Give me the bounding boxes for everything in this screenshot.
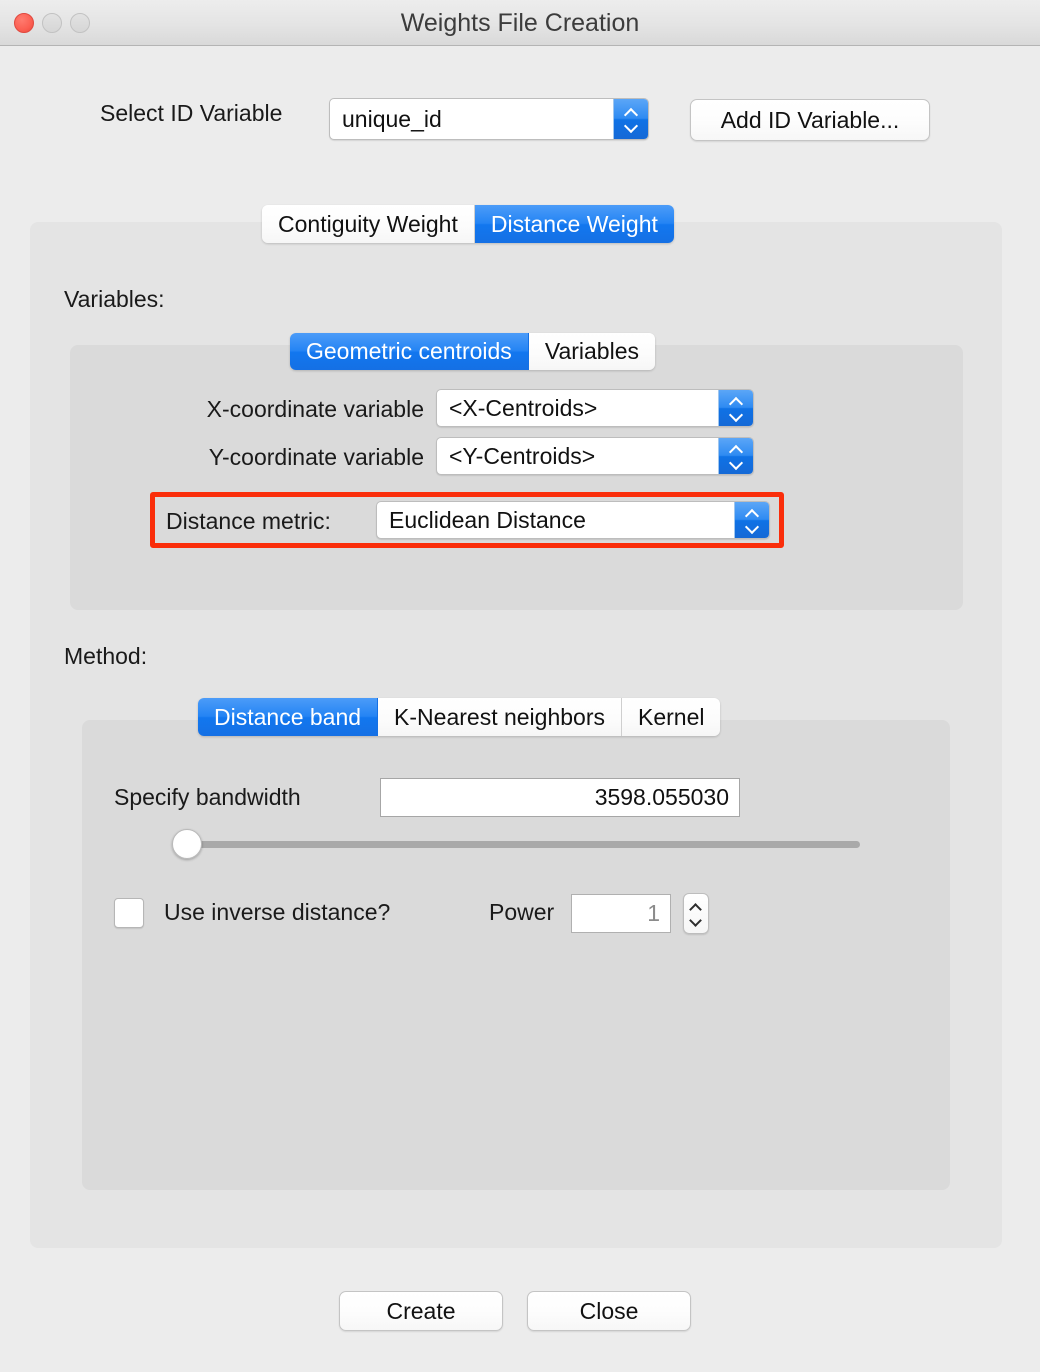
power-stepper[interactable] [683,893,709,934]
id-variable-value: unique_id [342,105,442,132]
bandwidth-slider-thumb[interactable] [172,829,202,859]
y-coordinate-label: Y-coordinate variable [208,444,424,470]
title-bar: Weights File Creation [0,0,1040,46]
y-coordinate-stepper-arrows[interactable] [718,438,753,474]
x-coordinate-dropdown[interactable]: <X-Centroids> [436,389,754,427]
y-coordinate-value: <Y-Centroids> [449,442,596,469]
tab-distance-weight[interactable]: Distance Weight [474,205,674,243]
power-input[interactable]: 1 [571,894,671,933]
variables-section-label: Variables: [64,286,165,312]
variables-panel [70,345,963,610]
distance-metric-highlight-box [150,492,784,548]
x-coordinate-label: X-coordinate variable [206,396,424,422]
tab-k-nearest-neighbors[interactable]: K-Nearest neighbors [378,698,622,736]
chevron-down-icon[interactable] [690,917,702,924]
use-inverse-distance-label: Use inverse distance? [164,899,391,925]
bandwidth-slider[interactable] [168,828,860,860]
tab-variables[interactable]: Variables [528,333,655,370]
method-tabs[interactable]: Distance band K-Nearest neighbors Kernel [198,698,721,736]
specify-bandwidth-label: Specify bandwidth [114,784,301,810]
weight-type-tabs[interactable]: Contiguity Weight Distance Weight [262,205,674,243]
chevron-down-icon [730,459,743,467]
variable-source-tabs[interactable]: Geometric centroids Variables [290,333,655,370]
chevron-up-icon[interactable] [690,904,702,911]
id-variable-stepper-arrows[interactable] [613,99,648,139]
x-coordinate-value: <X-Centroids> [449,394,598,421]
chevron-down-icon [730,411,743,419]
chevron-down-icon [625,122,638,130]
bandwidth-input[interactable]: 3598.055030 [380,778,740,817]
bandwidth-slider-track [178,841,860,848]
add-id-variable-button[interactable]: Add ID Variable... [690,99,930,141]
use-inverse-distance-checkbox[interactable] [114,898,144,928]
method-section-label: Method: [64,643,148,669]
x-coordinate-stepper-arrows[interactable] [718,390,753,426]
chevron-up-icon [730,398,743,406]
y-coordinate-dropdown[interactable]: <Y-Centroids> [436,437,754,475]
tab-geometric-centroids[interactable]: Geometric centroids [290,333,529,370]
select-id-variable-label: Select ID Variable [100,100,283,126]
close-button[interactable]: Close [527,1291,691,1331]
id-variable-dropdown[interactable]: unique_id [329,98,649,140]
chevron-up-icon [730,446,743,454]
window-title: Weights File Creation [400,9,640,37]
weights-file-creation-window: Weights File Creation Select ID Variable… [0,0,1040,1372]
power-label: Power [489,899,555,925]
chevron-up-icon [625,109,638,117]
tab-contiguity-weight[interactable]: Contiguity Weight [262,205,475,243]
tab-kernel[interactable]: Kernel [622,698,721,736]
tab-distance-band[interactable]: Distance band [198,698,379,736]
create-button[interactable]: Create [339,1291,503,1331]
